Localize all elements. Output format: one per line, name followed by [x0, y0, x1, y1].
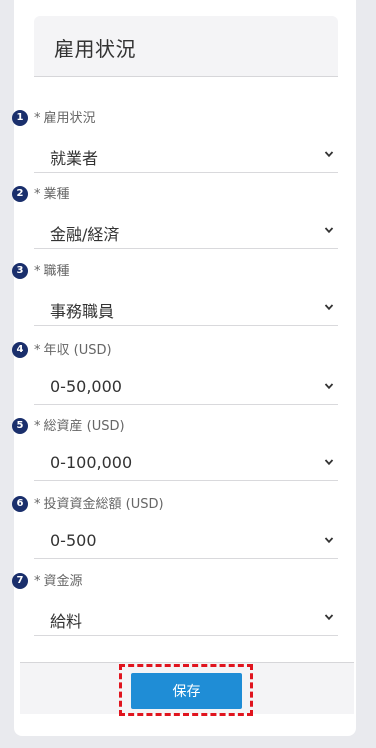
- chevron-down-icon: [324, 537, 334, 544]
- save-button[interactable]: 保存: [131, 673, 242, 709]
- select-value: 0-500: [50, 531, 97, 550]
- step-badge-4: 4: [12, 342, 28, 358]
- step-badge-3: 3: [12, 263, 28, 279]
- field-label-text: 業種: [43, 187, 70, 202]
- field-label-text: 職種: [43, 264, 70, 279]
- required-mark: *: [34, 111, 41, 126]
- field-label: * 年収 (USD): [34, 343, 112, 359]
- step-badge-6: 6: [12, 496, 28, 512]
- field-total-assets: 5 * 総資産 (USD) 0-100,000: [0, 418, 376, 490]
- field-label-text: 年収 (USD): [43, 343, 112, 358]
- employment-status-select[interactable]: 就業者: [34, 135, 338, 173]
- step-badge-2: 2: [12, 186, 28, 202]
- field-label: * 雇用状況: [34, 111, 96, 127]
- required-mark: *: [34, 497, 41, 512]
- select-value: 給料: [50, 612, 83, 631]
- occupation-select[interactable]: 事務職員: [34, 288, 338, 326]
- field-total-investment: 6 * 投資資金総額 (USD) 0-500: [0, 496, 376, 568]
- section-header: 雇用状況: [34, 16, 338, 77]
- field-label: * 資金源: [34, 574, 83, 590]
- required-mark: *: [34, 187, 41, 202]
- field-label: * 職種: [34, 264, 70, 280]
- field-label: * 総資産 (USD): [34, 419, 125, 435]
- select-value: 金融/経済: [50, 225, 120, 244]
- total-investment-select[interactable]: 0-500: [34, 521, 338, 559]
- required-mark: *: [34, 264, 41, 279]
- section-title: 雇用状況: [54, 37, 136, 61]
- step-badge-5: 5: [12, 418, 28, 434]
- select-value: 0-50,000: [50, 377, 122, 396]
- industry-select[interactable]: 金融/経済: [34, 211, 338, 249]
- source-of-funds-select[interactable]: 給料: [34, 598, 338, 636]
- chevron-down-icon: [324, 151, 334, 158]
- select-value: 事務職員: [50, 302, 115, 321]
- field-industry: 2 * 業種 金融/経済: [0, 186, 376, 258]
- chevron-down-icon: [324, 383, 334, 390]
- field-occupation: 3 * 職種 事務職員: [0, 263, 376, 335]
- required-mark: *: [34, 574, 41, 589]
- field-label-text: 雇用状況: [43, 111, 96, 126]
- total-assets-select[interactable]: 0-100,000: [34, 443, 338, 481]
- chevron-down-icon: [324, 459, 334, 466]
- field-label-text: 投資資金総額 (USD): [43, 497, 164, 512]
- field-employment-status: 1 * 雇用状況 就業者: [0, 110, 376, 182]
- chevron-down-icon: [324, 614, 334, 621]
- annual-income-select[interactable]: 0-50,000: [34, 367, 338, 405]
- chevron-down-icon: [324, 304, 334, 311]
- field-source-of-funds: 7 * 資金源 給料: [0, 573, 376, 645]
- field-label-text: 資金源: [43, 574, 83, 589]
- field-label: * 投資資金総額 (USD): [34, 497, 164, 513]
- step-badge-1: 1: [12, 110, 28, 126]
- select-value: 就業者: [50, 149, 99, 168]
- select-value: 0-100,000: [50, 453, 133, 472]
- chevron-down-icon: [324, 227, 334, 234]
- step-badge-7: 7: [12, 573, 28, 589]
- field-annual-income: 4 * 年収 (USD) 0-50,000: [0, 342, 376, 414]
- field-label: * 業種: [34, 187, 70, 203]
- required-mark: *: [34, 343, 41, 358]
- field-label-text: 総資産 (USD): [43, 419, 125, 434]
- required-mark: *: [34, 419, 41, 434]
